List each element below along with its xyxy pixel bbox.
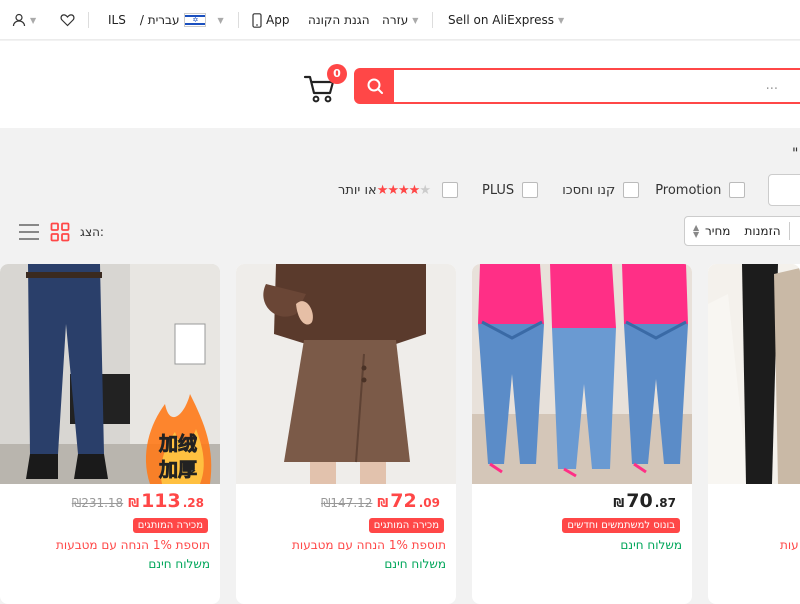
app-label: App — [266, 13, 290, 27]
coin-promo-text: תוספת 1% הנחה עם מטבעות — [56, 538, 210, 552]
ship-from-dropdown[interactable] — [768, 174, 800, 206]
brand-sale-badge: מכירה המותגים — [132, 518, 208, 533]
chevron-down-icon: ▼ — [30, 15, 37, 25]
product-card[interactable]: עות — [708, 264, 800, 604]
product-price: ₪147.12 ₪ 72 .09 — [321, 490, 440, 512]
account-menu[interactable]: ▼ — [12, 0, 36, 40]
list-view-button[interactable] — [18, 222, 40, 242]
plus-filter-label: PLUS — [481, 182, 515, 198]
product-price: ₪231.18 ₪ 113 .28 — [72, 490, 204, 512]
divider — [432, 12, 433, 28]
product-card[interactable]: ₪ 70 .87 בונוס למשתמשים וחדשים משלוח חינ… — [472, 264, 692, 604]
promotion-filter-checkbox[interactable] — [729, 182, 746, 198]
phone-icon — [252, 12, 262, 28]
jeans-photo: 加绒 加厚 — [0, 264, 220, 484]
header: 0 ... — [0, 41, 800, 128]
brand-sale-badge: מכירה המותגים — [368, 518, 444, 533]
search-input[interactable]: ... — [394, 68, 800, 104]
list-icon — [19, 224, 39, 240]
divider — [238, 12, 239, 28]
help-label: עזרה — [382, 13, 409, 27]
coat-photo — [708, 264, 800, 484]
sell-on-aliexpress-menu[interactable]: Sell on AliExpress ▼ — [448, 0, 564, 40]
sell-label: Sell on AliExpress — [448, 13, 554, 27]
sort-orders-button[interactable]: הזמנות — [744, 224, 780, 238]
rating-filter-label: או יותר — [338, 182, 377, 198]
buy-save-filter-checkbox[interactable] — [623, 182, 640, 198]
search-button[interactable] — [354, 68, 396, 104]
product-image[interactable] — [236, 264, 456, 484]
search-icon — [367, 78, 383, 94]
new-user-bonus-badge: בונוס למשתמשים וחדשים — [562, 518, 680, 533]
cart-count-badge: 0 — [327, 64, 347, 84]
price-integer: 70 — [626, 490, 653, 512]
help-menu[interactable]: עזרה ▼ — [382, 0, 418, 40]
plus-filter-checkbox[interactable] — [522, 182, 539, 198]
language-label: / עברית — [139, 13, 180, 27]
language-currency-selector[interactable]: ILS / עברית ✡ ▼ — [108, 0, 224, 40]
chevron-down-icon: ▼ — [217, 15, 224, 25]
grid-view-button[interactable] — [50, 222, 70, 242]
currency-symbol: ₪ — [613, 496, 625, 510]
currency-label: ILS — [108, 13, 126, 27]
search-placeholder: ... — [765, 78, 778, 93]
overlay-text-line2: 加厚 — [158, 459, 197, 481]
free-shipping-text: משלוח חינם — [620, 538, 682, 552]
coin-promo-text: עות — [780, 538, 799, 552]
old-price: ₪231.18 — [71, 496, 124, 510]
old-price: ₪147.12 — [321, 496, 373, 510]
coin-promo-text: תוספת 1% הנחה עם מטבעות — [292, 538, 446, 552]
free-shipping-text: משלוח חינם — [384, 557, 446, 571]
product-price: ₪ 70 .87 — [613, 490, 676, 512]
top-bar: ▼ ILS / עברית ✡ ▼ App הגנת הקונה עזרה ▼ … — [0, 0, 800, 40]
divider — [88, 12, 89, 28]
product-image[interactable]: 加绒 加厚 — [0, 264, 220, 484]
currency-symbol: ₪ — [128, 496, 140, 510]
user-icon — [12, 13, 26, 27]
divider — [788, 222, 790, 240]
product-card[interactable]: ₪147.12 ₪ 72 .09 מכירה המותגים תוספת 1% … — [236, 264, 456, 604]
heart-icon — [60, 14, 75, 27]
grid-icon — [50, 222, 70, 242]
sort-bar: ▲ ▼ מחיר הזמנות — [684, 216, 800, 246]
wishlist-button[interactable] — [60, 0, 75, 40]
price-decimal: .28 — [182, 496, 204, 510]
buy-save-filter-label: קנו וחסכו — [562, 182, 616, 198]
sort-updown-icon: ▲ ▼ — [693, 223, 700, 239]
promotion-filter-label: Promotion — [655, 182, 722, 198]
chevron-down-icon: ▼ — [412, 15, 419, 25]
overlay-text-line1: 加绒 — [158, 432, 197, 455]
product-image[interactable] — [472, 264, 692, 484]
chevron-down-icon: ▼ — [557, 15, 565, 25]
buyer-protection-label: הגנת הקונה — [308, 13, 370, 27]
product-image[interactable] — [708, 264, 800, 484]
price-decimal: .87 — [654, 496, 676, 510]
israel-flag-icon: ✡ — [183, 13, 206, 27]
sort-price-button[interactable]: מחיר — [705, 224, 730, 238]
price-decimal: .09 — [418, 496, 440, 510]
filter-row: או יותר ★★★★★ PLUS קנו וחסכו Promotion — [338, 175, 746, 205]
query-quote: " — [792, 146, 799, 162]
skirt-photo — [236, 264, 456, 484]
view-label: הצג: — [80, 225, 104, 239]
star-rating-icon: ★★★★★ — [376, 182, 431, 198]
app-link[interactable]: App — [252, 0, 289, 40]
product-card[interactable]: 加绒 加厚 ₪231.18 ₪ 113 .28 מכירה המותגים תו… — [0, 264, 220, 604]
free-shipping-text: משלוח חינם — [148, 557, 210, 571]
buyer-protection-link[interactable]: הגנת הקונה — [308, 0, 370, 40]
price-integer: 72 — [390, 490, 417, 512]
cart-button[interactable]: 0 — [302, 64, 348, 105]
rating-filter-checkbox[interactable] — [441, 182, 458, 198]
currency-symbol: ₪ — [377, 496, 389, 510]
skinny-jeans-photo — [472, 264, 692, 484]
price-integer: 113 — [141, 490, 181, 512]
